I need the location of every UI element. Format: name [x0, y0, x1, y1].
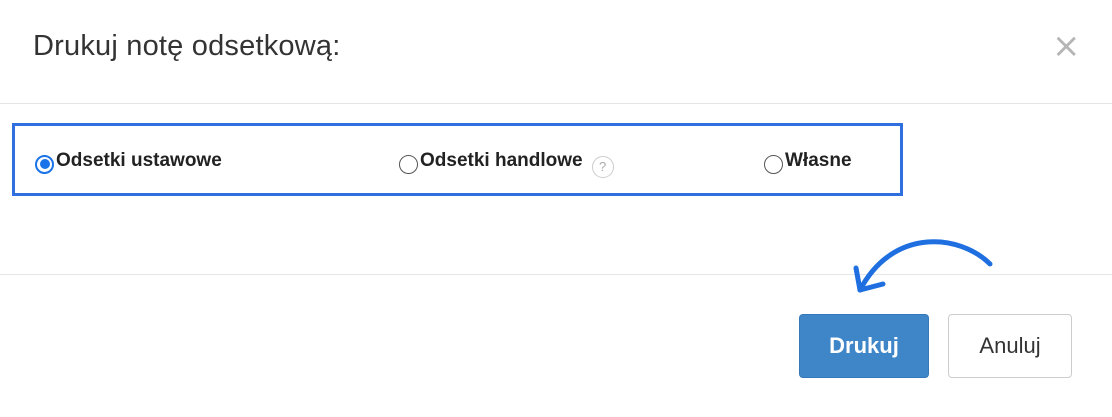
print-button[interactable]: Drukuj — [799, 314, 929, 378]
option-label: Odsetki handlowe — [420, 150, 583, 171]
cancel-button[interactable]: Anuluj — [948, 314, 1072, 378]
option-label: Odsetki ustawowe — [56, 150, 222, 171]
radio-statutory-interest[interactable] — [35, 154, 54, 174]
option-custom-interest[interactable]: Własne — [764, 147, 852, 175]
radio-custom-interest[interactable] — [764, 154, 783, 174]
radio-commercial-interest[interactable] — [399, 154, 418, 174]
curved-arrow-icon — [853, 239, 993, 293]
dialog-header: Drukuj notę odsetkową: × — [0, 0, 1112, 104]
option-commercial-interest[interactable]: Odsetki handlowe ? — [399, 147, 614, 178]
option-label: Własne — [785, 150, 852, 171]
option-statutory-interest[interactable]: Odsetki ustawowe — [35, 147, 222, 175]
close-icon[interactable]: × — [1052, 28, 1081, 64]
help-icon[interactable]: ? — [591, 156, 614, 178]
dialog-title: Drukuj notę odsetkową: — [33, 30, 341, 62]
print-interest-note-dialog: Drukuj notę odsetkową: × Odsetki ustawow… — [0, 0, 1112, 417]
interest-type-options-highlight: Odsetki ustawowe Odsetki handlowe ? Włas… — [12, 123, 903, 196]
